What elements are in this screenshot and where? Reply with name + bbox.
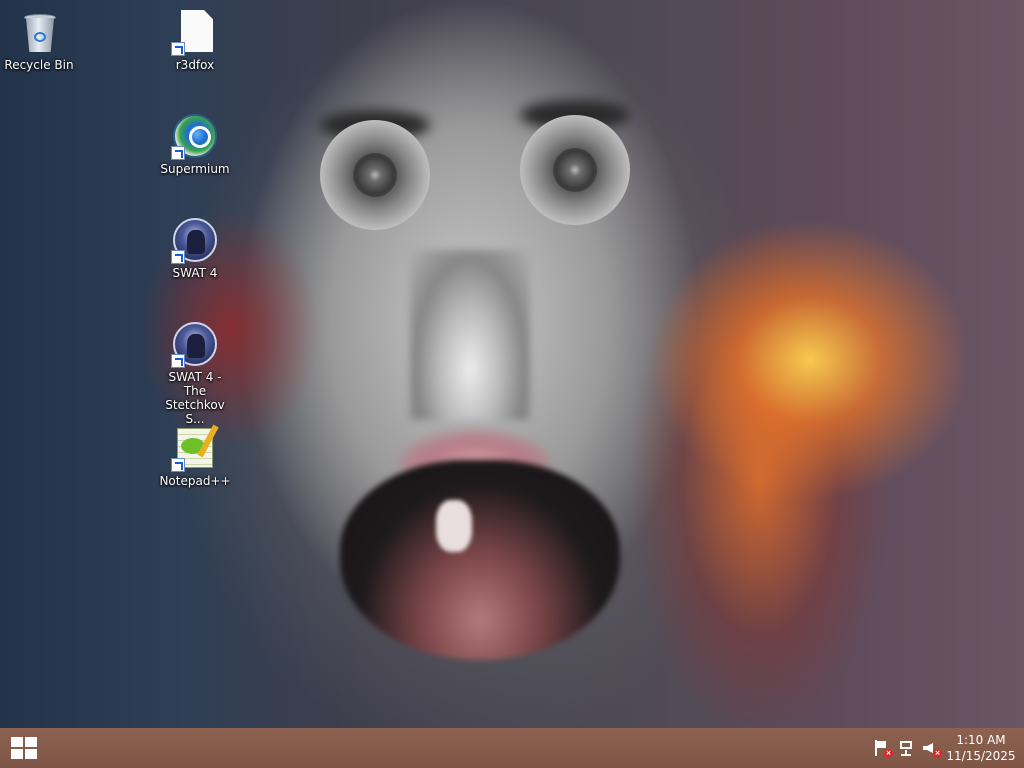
supermium-icon <box>171 112 219 160</box>
desktop-icon-supermium[interactable]: Supermium <box>157 112 233 176</box>
desktop-icon-label: SWAT 4 <box>172 266 218 280</box>
start-button[interactable] <box>0 728 48 768</box>
clock-time: 1:10 AM <box>956 733 1006 747</box>
error-x-icon: × <box>933 749 942 758</box>
shortcut-arrow-icon <box>171 250 185 264</box>
desktop-icon-recycle-bin[interactable]: Recycle Bin <box>1 8 77 72</box>
taskbar: × × 1:10 AM 11/15/2025 <box>0 728 1024 768</box>
desktop-icon-notepad-plus-plus[interactable]: Notepad++ <box>157 424 233 488</box>
desktop-icon-swat4[interactable]: SWAT 4 <box>157 216 233 280</box>
taskbar-clock[interactable]: 1:10 AM 11/15/2025 <box>946 732 1016 764</box>
swat4-icon <box>171 320 219 368</box>
clock-date: 11/15/2025 <box>946 749 1016 763</box>
notepad-plus-plus-icon <box>171 424 219 472</box>
windows-logo-icon <box>11 737 37 759</box>
shortcut-arrow-icon <box>171 42 185 56</box>
shortcut-arrow-icon <box>171 458 185 472</box>
desktop-icon-swat4-stetchkov[interactable]: SWAT 4 - The Stetchkov S... <box>157 320 233 426</box>
recycle-bin-icon <box>15 8 63 56</box>
desktop-icon-label: Recycle Bin <box>4 58 74 72</box>
network-icon[interactable] <box>898 740 916 756</box>
shortcut-arrow-icon <box>171 354 185 368</box>
file-icon <box>171 8 219 56</box>
desktop-icon-r3dfox[interactable]: r3dfox <box>157 8 233 72</box>
desktop-icon-label: SWAT 4 - The Stetchkov S... <box>165 370 225 426</box>
desktop-icon-label: Supermium <box>160 162 230 176</box>
desktop-icon-label: Notepad++ <box>159 474 231 488</box>
swat4-icon <box>171 216 219 264</box>
desktop-wallpaper <box>0 0 1024 728</box>
action-center-flag-icon[interactable]: × <box>873 740 893 758</box>
shortcut-arrow-icon <box>171 146 185 160</box>
volume-muted-icon[interactable]: × <box>922 740 942 758</box>
error-x-icon: × <box>884 749 893 758</box>
desktop-icon-label: r3dfox <box>175 58 215 72</box>
